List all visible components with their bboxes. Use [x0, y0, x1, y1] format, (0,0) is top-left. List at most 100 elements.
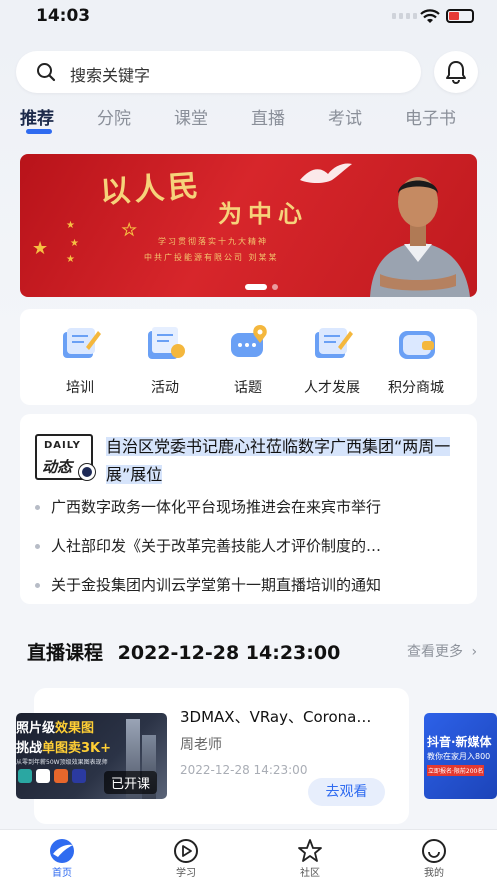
home-icon — [50, 839, 74, 863]
tab-branch[interactable]: 分院 — [97, 104, 131, 129]
course-title[interactable]: 3DMAX、VRay、Corona… — [180, 706, 398, 727]
menu-item-training[interactable]: 培训 — [40, 323, 120, 403]
training-icon — [63, 328, 101, 358]
activity-icon — [148, 327, 185, 359]
quick-menu: 培训 活动 话题 人才发展 积分商城 — [20, 309, 477, 405]
chevron-right-icon: › — [471, 644, 478, 660]
banner-headline-2: 为中心 — [218, 199, 308, 228]
bottom-tab-bar: 首页 学习 社区 我的 — [0, 829, 497, 883]
menu-item-topic[interactable]: 话题 — [208, 323, 288, 403]
tab-classroom[interactable]: 课堂 — [174, 104, 208, 129]
carousel-indicator — [245, 284, 278, 290]
star-decoration-icon: ★ — [66, 220, 75, 231]
tab-live[interactable]: 直播 — [251, 104, 285, 129]
category-tabs: 推荐 分院 课堂 直播 考试 电子书 — [0, 104, 497, 140]
daily-news-badge: DAILY 动态 — [35, 434, 95, 480]
cellular-signal-icon — [392, 13, 417, 19]
star-decoration-icon: ★ — [66, 254, 75, 265]
star-decoration-icon: ★ — [70, 238, 79, 249]
tab-study[interactable]: 学习 — [156, 830, 216, 883]
photoshop-logo-icon — [72, 769, 86, 783]
tab-label: 社区 — [300, 868, 320, 879]
battery-icon — [446, 9, 474, 23]
next-course-card[interactable]: 抖音·新媒体 教你在家月入800 立即报名·限前200名 — [424, 713, 497, 799]
banner-carousel[interactable]: ★ ★ ★ ★ ★ 以人民 为中心 学习贯彻落实十九大精神 中共广投能源有限公司… — [20, 154, 477, 297]
wifi-icon — [420, 9, 440, 23]
status-time: 14:03 — [36, 6, 91, 26]
software-logos — [18, 769, 86, 783]
live-section-label: 直播课程 — [27, 642, 104, 664]
status-badge: 已开课 — [104, 771, 158, 794]
news-headline[interactable]: 自治区党委书记鹿心社莅临数字广西集团“两周一展”展位 — [106, 433, 466, 489]
thumb-line-2: 挑战单图卖3K+ — [16, 737, 111, 756]
bell-icon — [446, 61, 466, 84]
news-list-item[interactable]: 关于金投集团内训云学堂第十一期直播培训的通知 — [35, 574, 465, 598]
points-mall-icon — [399, 331, 435, 359]
thumb-text: 照片级 — [16, 721, 56, 736]
daily-badge-en: DAILY — [44, 440, 81, 451]
next-card-title: 抖音·新媒体 — [427, 735, 492, 749]
menu-label: 活动 — [151, 380, 179, 396]
thumb-highlight: 效果图 — [55, 721, 95, 736]
menu-label: 人才发展 — [304, 380, 360, 396]
thumb-line-3: 从零到年薪50W顶级效果图表现师 — [16, 759, 108, 766]
course-thumbnail[interactable]: 照片级效果图 挑战单图卖3K+ 从零到年薪50W顶级效果图表现师 已开课 — [16, 713, 167, 799]
bullet-icon — [35, 544, 40, 549]
dove-icon — [300, 163, 352, 183]
menu-label: 积分商城 — [388, 380, 444, 396]
tab-label: 我的 — [424, 868, 444, 879]
view-more-link[interactable]: 查看更多 › — [407, 641, 477, 661]
tab-exam[interactable]: 考试 — [328, 104, 362, 129]
bullet-icon — [35, 505, 40, 510]
view-more-label[interactable]: 查看更多 — [407, 644, 463, 660]
3dsmax-logo-icon — [18, 769, 32, 783]
thumb-highlight: 单图卖3K+ — [42, 741, 112, 756]
next-card-cta: 立即报名·限前200名 — [427, 765, 485, 776]
news-item-text[interactable]: 广西数字政务一体化平台现场推进会在来宾市举行 — [51, 498, 381, 516]
search-icon — [37, 63, 56, 82]
tab-recommend[interactable]: 推荐 — [20, 104, 54, 129]
star-decoration-icon: ★ — [121, 220, 137, 240]
course-time: 2022-12-28 14:23:00 — [180, 763, 308, 777]
banner-subtitle-2: 中共广投能源有限公司 刘某某 — [144, 253, 279, 262]
speaker-photo — [370, 177, 470, 297]
next-card-subtitle: 教你在家月入800 — [427, 752, 491, 761]
news-list-item[interactable]: 广西数字政务一体化平台现场推进会在来宾市举行 — [35, 496, 465, 520]
carousel-dot — [272, 284, 278, 290]
menu-item-talent[interactable]: 人才发展 — [292, 323, 372, 403]
badge-eye-icon — [79, 464, 95, 480]
banner-headline-1: 以人民 — [99, 168, 204, 211]
menu-item-points-mall[interactable]: 积分商城 — [376, 323, 456, 403]
smile-icon — [422, 839, 446, 863]
live-section-title: 直播课程 2022-12-28 14:23:00 — [27, 638, 340, 665]
status-bar: 14:03 — [0, 0, 497, 34]
news-item-text[interactable]: 人社部印发《关于改革完善技能人才评价制度的… — [51, 537, 381, 555]
bullet-icon — [35, 583, 40, 588]
active-tab-indicator — [26, 129, 52, 134]
star-icon — [298, 839, 322, 862]
news-headline-text[interactable]: 自治区党委书记鹿心社莅临数字广西集团“两周一展”展位 — [106, 437, 451, 484]
thumb-line-1: 照片级效果图 — [16, 717, 94, 736]
carousel-dot-active — [245, 284, 267, 290]
watch-button[interactable]: 去观看 — [308, 778, 385, 806]
tab-label: 首页 — [52, 868, 72, 879]
news-list-item[interactable]: 人社部印发《关于改革完善技能人才评价制度的… — [35, 535, 465, 559]
menu-item-activity[interactable]: 活动 — [125, 323, 205, 403]
news-item-text[interactable]: 关于金投集团内训云学堂第十一期直播培训的通知 — [51, 576, 381, 594]
search-bar[interactable]: 搜索关键字 — [16, 51, 421, 93]
banner-subtitle-1: 学习贯彻落实十九大精神 — [158, 237, 268, 246]
corona-logo-icon — [54, 769, 68, 783]
vray-logo-icon — [36, 769, 50, 783]
news-panel: DAILY 动态 自治区党委书记鹿心社莅临数字广西集团“两周一展”展位 广西数字… — [20, 414, 477, 604]
tab-label: 学习 — [176, 868, 196, 879]
tab-profile[interactable]: 我的 — [404, 830, 464, 883]
course-teacher: 周老师 — [180, 737, 222, 753]
notification-button[interactable] — [434, 51, 478, 93]
tab-community[interactable]: 社区 — [280, 830, 340, 883]
thumb-text: 挑战 — [16, 741, 43, 756]
daily-badge-cn: 动态 — [42, 458, 73, 476]
menu-label: 培训 — [66, 380, 94, 396]
tab-home[interactable]: 首页 — [32, 830, 92, 883]
search-placeholder[interactable]: 搜索关键字 — [70, 62, 150, 86]
tab-ebook[interactable]: 电子书 — [405, 104, 456, 129]
